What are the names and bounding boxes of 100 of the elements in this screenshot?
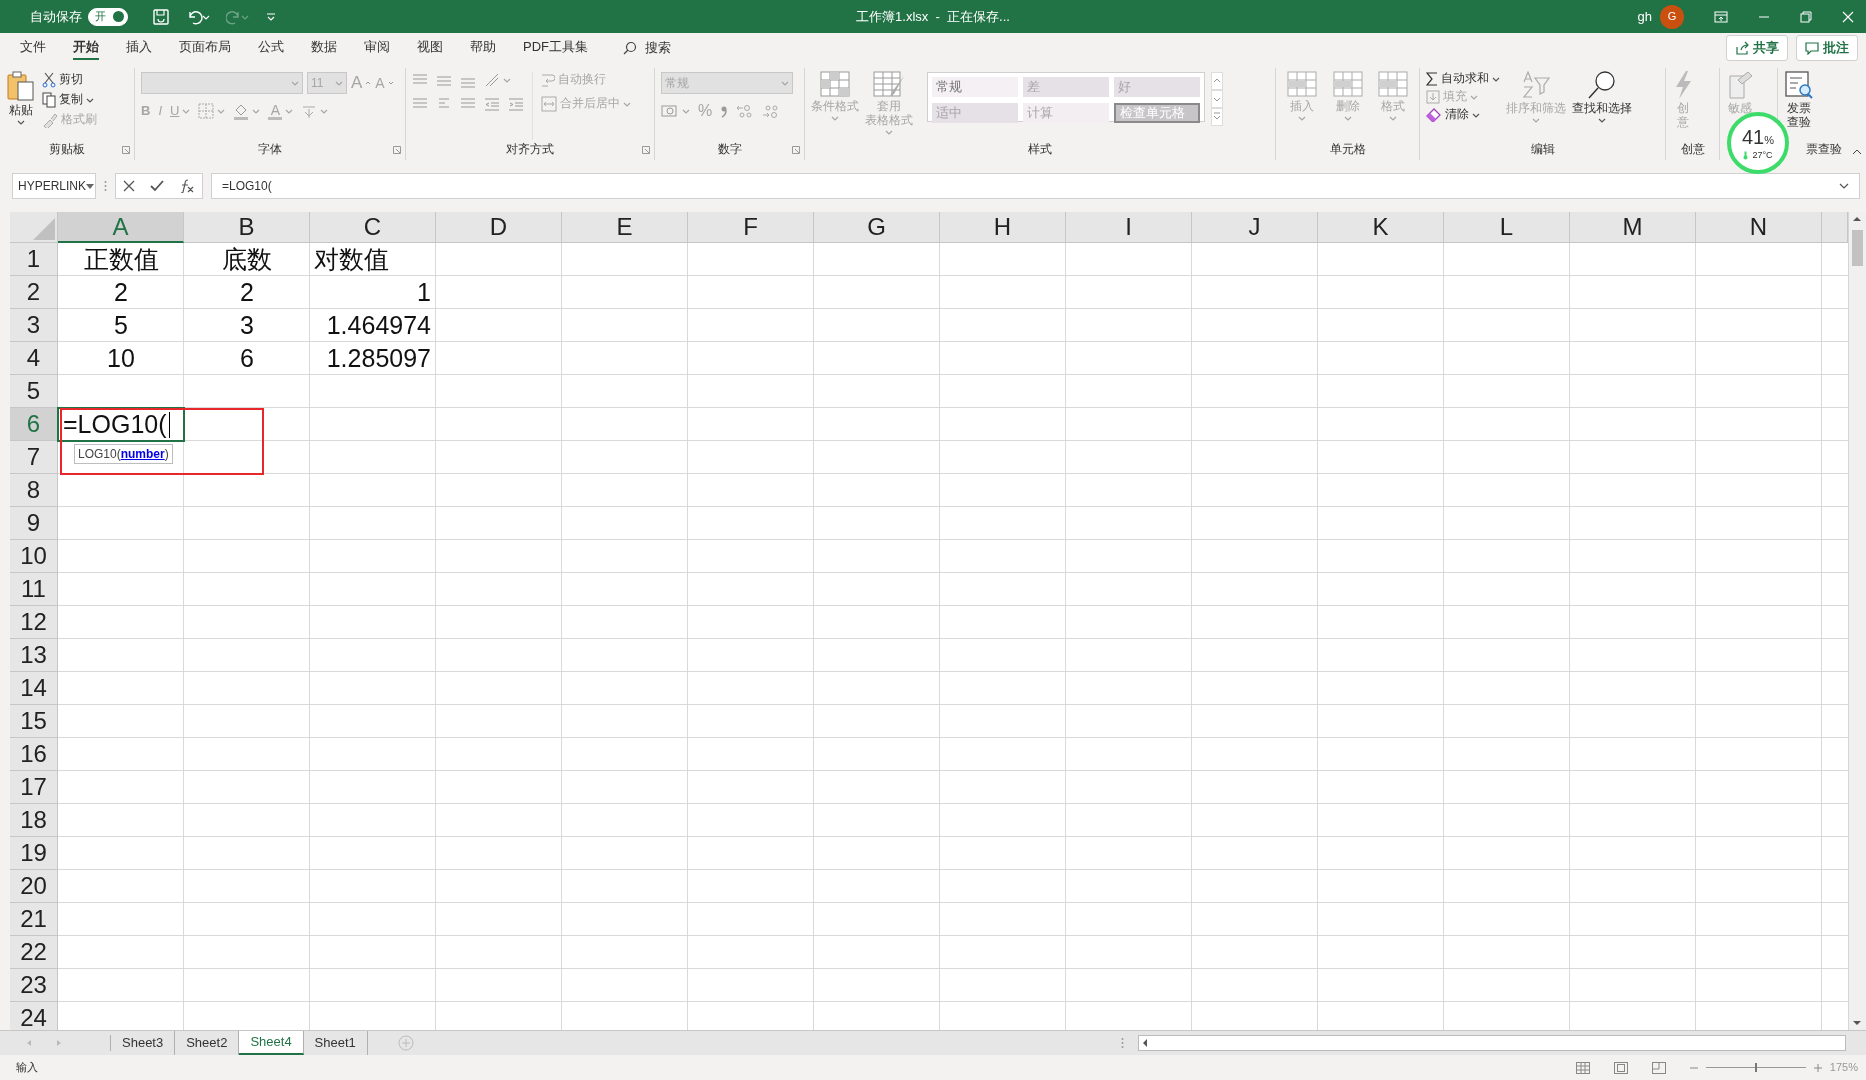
undo-icon[interactable] bbox=[186, 8, 210, 25]
row-header[interactable]: 6 bbox=[10, 408, 58, 441]
phonetic-button[interactable] bbox=[301, 103, 329, 119]
horizontal-scrollbar[interactable] bbox=[1138, 1035, 1846, 1051]
column-header[interactable]: D bbox=[436, 212, 562, 243]
orientation-button[interactable] bbox=[484, 72, 511, 88]
next-sheet-icon[interactable] bbox=[56, 1039, 62, 1047]
row-header[interactable]: 1 bbox=[10, 243, 58, 276]
redo-icon[interactable] bbox=[226, 8, 250, 25]
dialog-launcher-icon[interactable] bbox=[393, 146, 401, 154]
scroll-down-icon[interactable] bbox=[1211, 90, 1223, 108]
collapse-ribbon-icon[interactable] bbox=[1852, 148, 1862, 156]
dialog-launcher-icon[interactable] bbox=[122, 146, 130, 154]
more-styles-icon[interactable] bbox=[1211, 108, 1223, 126]
column-header[interactable]: B bbox=[184, 212, 310, 243]
scrollbar-thumb[interactable] bbox=[1852, 230, 1863, 266]
autosave-toggle[interactable]: 开 bbox=[88, 7, 128, 26]
increase-decimal-icon[interactable] bbox=[736, 103, 755, 120]
row-header[interactable]: 19 bbox=[10, 837, 58, 870]
borders-button[interactable] bbox=[198, 103, 226, 119]
accounting-button[interactable] bbox=[661, 104, 690, 119]
cell-style-item[interactable]: 常规 bbox=[932, 77, 1018, 97]
ribbon-display-icon[interactable] bbox=[1714, 10, 1728, 23]
decrease-indent-icon[interactable] bbox=[484, 96, 500, 112]
copy-button[interactable]: 复制 bbox=[42, 92, 97, 108]
formula-field[interactable]: =LOG10( bbox=[211, 173, 1860, 199]
page-layout-icon[interactable] bbox=[1613, 1061, 1628, 1074]
function-icon[interactable] bbox=[178, 179, 195, 193]
row-header[interactable]: 7 bbox=[10, 441, 58, 474]
comma-style-icon[interactable] bbox=[720, 104, 729, 119]
comments-button[interactable]: 批注 bbox=[1796, 34, 1858, 61]
row-header[interactable]: 18 bbox=[10, 804, 58, 837]
ribbon-tab[interactable]: 帮助 bbox=[470, 34, 496, 61]
column-header[interactable]: H bbox=[940, 212, 1066, 243]
row-header[interactable]: 20 bbox=[10, 870, 58, 903]
row-header[interactable]: 2 bbox=[10, 276, 58, 309]
user-avatar[interactable]: G bbox=[1660, 4, 1684, 29]
column-header[interactable]: K bbox=[1318, 212, 1444, 243]
row-header[interactable]: 17 bbox=[10, 771, 58, 804]
column-header[interactable]: I bbox=[1066, 212, 1192, 243]
decrease-decimal-icon[interactable] bbox=[762, 103, 781, 120]
column-header[interactable]: F bbox=[688, 212, 814, 243]
ribbon-tab[interactable]: 公式 bbox=[258, 34, 284, 61]
zoom-in-icon[interactable] bbox=[1813, 1063, 1822, 1072]
dialog-launcher-icon[interactable] bbox=[792, 146, 800, 154]
cell-editor[interactable]: =LOG10( bbox=[57, 407, 185, 442]
cancel-icon[interactable] bbox=[123, 180, 136, 192]
row-header[interactable]: 10 bbox=[10, 540, 58, 573]
increase-indent-icon[interactable] bbox=[508, 96, 524, 112]
save-icon[interactable] bbox=[152, 7, 170, 26]
fill-color-button[interactable] bbox=[233, 102, 261, 120]
column-header[interactable]: L bbox=[1444, 212, 1570, 243]
row-header[interactable]: 22 bbox=[10, 936, 58, 969]
ribbon-tab[interactable]: 文件 bbox=[20, 34, 46, 61]
previous-sheet-icon[interactable] bbox=[26, 1039, 32, 1047]
check-icon[interactable] bbox=[150, 180, 164, 192]
row-header[interactable]: 16 bbox=[10, 738, 58, 771]
dialog-launcher-icon[interactable] bbox=[642, 146, 650, 154]
column-header[interactable]: G bbox=[814, 212, 940, 243]
font-name-field[interactable] bbox=[141, 72, 303, 94]
row-header[interactable]: 5 bbox=[10, 375, 58, 408]
ribbon-tab[interactable]: 数据 bbox=[311, 34, 337, 61]
row-header[interactable]: 11 bbox=[10, 573, 58, 606]
zoom-slider-thumb[interactable] bbox=[1754, 1063, 1757, 1072]
ribbon-tab[interactable]: PDF工具集 bbox=[523, 34, 588, 61]
column-header[interactable]: N bbox=[1696, 212, 1822, 243]
add-sheet-icon[interactable] bbox=[397, 1035, 414, 1051]
restore-icon[interactable] bbox=[1800, 10, 1812, 23]
autosum-button[interactable]: 自动求和 bbox=[1426, 72, 1500, 86]
vertical-scrollbar[interactable] bbox=[1848, 212, 1866, 1030]
share-button[interactable]: 共享 bbox=[1726, 34, 1788, 61]
column-header[interactable]: E bbox=[562, 212, 688, 243]
search-label[interactable]: 搜索 bbox=[645, 37, 671, 58]
normal-view-icon[interactable] bbox=[1575, 1061, 1590, 1074]
name-box[interactable]: HYPERLINK bbox=[12, 173, 96, 199]
row-header[interactable]: 21 bbox=[10, 903, 58, 936]
row-header[interactable]: 24 bbox=[10, 1002, 58, 1030]
column-header[interactable]: C bbox=[310, 212, 436, 243]
ribbon-tab[interactable]: 视图 bbox=[417, 34, 443, 61]
row-header[interactable]: 15 bbox=[10, 705, 58, 738]
column-header[interactable]: J bbox=[1192, 212, 1318, 243]
row-header[interactable]: 3 bbox=[10, 309, 58, 342]
row-header[interactable]: 8 bbox=[10, 474, 58, 507]
invoice-check-button[interactable]: 发票 查验 bbox=[1784, 68, 1814, 140]
close-icon[interactable] bbox=[1842, 10, 1854, 23]
customize-icon[interactable] bbox=[266, 11, 276, 22]
cut-button[interactable]: 剪切 bbox=[42, 72, 97, 88]
column-header[interactable]: A bbox=[58, 212, 184, 243]
ribbon-tab[interactable]: 开始 bbox=[73, 34, 99, 61]
find-select-button[interactable]: 查找和选择 bbox=[1572, 68, 1632, 140]
search-icon[interactable] bbox=[623, 40, 637, 55]
sheet-tab[interactable]: Sheet4 bbox=[239, 1031, 304, 1055]
column-header[interactable]: M bbox=[1570, 212, 1696, 243]
page-break-icon[interactable] bbox=[1651, 1061, 1666, 1074]
paste-button[interactable]: 粘贴 bbox=[6, 68, 36, 140]
ribbon-tab[interactable]: 页面布局 bbox=[179, 34, 231, 61]
row-header[interactable]: 9 bbox=[10, 507, 58, 540]
scroll-up-icon[interactable] bbox=[1211, 72, 1223, 90]
row-header[interactable]: 23 bbox=[10, 969, 58, 1002]
clear-button[interactable]: 清除 bbox=[1426, 108, 1500, 122]
